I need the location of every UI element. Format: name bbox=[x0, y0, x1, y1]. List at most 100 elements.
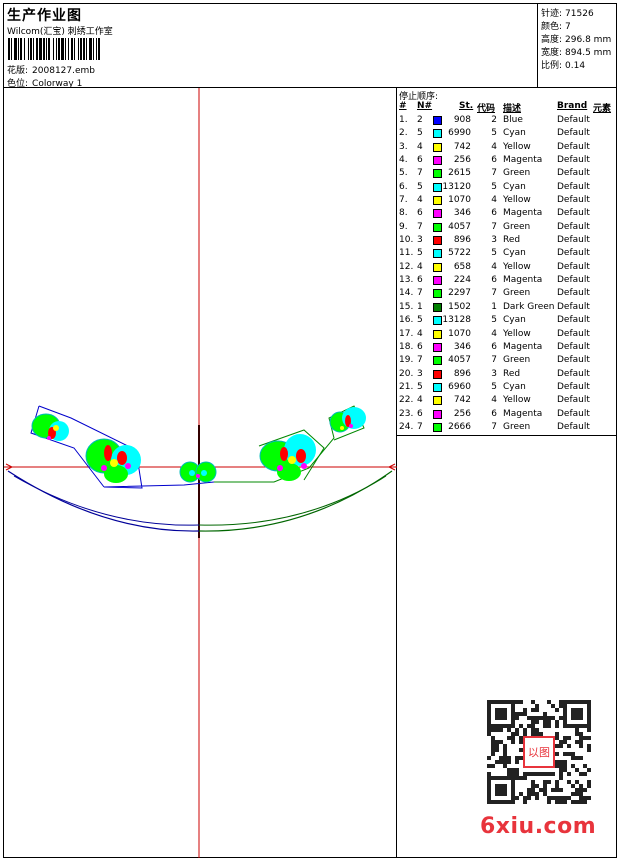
color-swatch bbox=[433, 422, 442, 432]
col-header-description: 描述 bbox=[503, 104, 522, 114]
qr-module bbox=[583, 796, 587, 800]
row-stitches: 4057 bbox=[448, 355, 471, 366]
qr-module bbox=[583, 772, 587, 776]
row-stitches: 5722 bbox=[448, 248, 471, 259]
row-stitches: 256 bbox=[453, 408, 471, 419]
row-brand: Default bbox=[557, 355, 590, 366]
qr-module bbox=[551, 716, 555, 720]
stop-sequence-row: 11. 5 5722 5 Cyan Default bbox=[397, 248, 617, 261]
row-description: Green bbox=[503, 421, 531, 432]
qr-module bbox=[575, 732, 579, 736]
qr-module bbox=[543, 712, 547, 716]
row-needle: 7 bbox=[417, 355, 423, 366]
qr-module bbox=[499, 756, 503, 760]
col-header-brand: Brand bbox=[557, 101, 588, 111]
row-index: 18. bbox=[399, 341, 414, 352]
qr-module bbox=[547, 800, 551, 804]
qr-module bbox=[531, 792, 535, 796]
qr-module bbox=[555, 736, 559, 740]
row-code: 6 bbox=[491, 275, 497, 286]
qr-module bbox=[559, 760, 563, 764]
qr-module bbox=[503, 752, 507, 756]
design-canvas[interactable] bbox=[4, 88, 397, 858]
row-description: Green bbox=[503, 221, 531, 232]
qr-module bbox=[547, 780, 551, 784]
qr-module bbox=[531, 728, 535, 732]
qr-module bbox=[535, 708, 539, 712]
qr-module bbox=[515, 776, 519, 780]
row-stitches: 6960 bbox=[448, 381, 471, 392]
outline-arc-green-inner bbox=[198, 475, 387, 526]
qr-module bbox=[575, 768, 579, 772]
qr-module bbox=[575, 800, 579, 804]
row-index: 4. bbox=[399, 155, 408, 166]
qr-module bbox=[491, 764, 495, 768]
qr-module bbox=[523, 732, 527, 736]
qr-module bbox=[587, 796, 591, 800]
qr-module bbox=[571, 800, 575, 804]
qr-module bbox=[527, 788, 531, 792]
row-needle: 6 bbox=[417, 155, 423, 166]
row-description: Magenta bbox=[503, 341, 543, 352]
qr-module bbox=[543, 788, 547, 792]
qr-module bbox=[559, 800, 563, 804]
qr-module bbox=[571, 784, 575, 788]
qr-module bbox=[531, 772, 535, 776]
qr-module bbox=[539, 788, 543, 792]
row-index: 5. bbox=[399, 168, 408, 179]
qr-module bbox=[559, 744, 563, 748]
qr-module bbox=[579, 796, 583, 800]
stat-scale: 比例: 0.14 bbox=[541, 58, 585, 71]
qr-module bbox=[531, 784, 535, 788]
row-stitches: 13128 bbox=[442, 315, 471, 326]
stat-label: 针迹: bbox=[541, 9, 563, 19]
qr-module bbox=[535, 704, 539, 708]
stop-sequence-row: 9. 7 4057 7 Green Default bbox=[397, 222, 617, 235]
stop-sequence-row: 1. 2 908 2 Blue Default bbox=[397, 115, 617, 128]
row-index: 15. bbox=[399, 301, 414, 312]
row-code: 2 bbox=[491, 115, 497, 125]
qr-module bbox=[551, 704, 555, 708]
qr-finder bbox=[571, 708, 583, 720]
qr-module bbox=[579, 732, 583, 736]
row-index: 14. bbox=[399, 288, 414, 299]
qr-module bbox=[587, 744, 591, 748]
qr-module bbox=[491, 748, 495, 752]
color-swatch bbox=[433, 409, 442, 419]
qr-module bbox=[555, 744, 559, 748]
qr-module bbox=[559, 764, 563, 768]
design-preview bbox=[4, 88, 397, 858]
butterfly-motif-1 bbox=[31, 413, 69, 441]
qr-module bbox=[535, 728, 539, 732]
qr-code-image: 以图 bbox=[487, 700, 591, 804]
color-swatch bbox=[433, 116, 442, 125]
qr-module bbox=[523, 796, 527, 800]
qr-module bbox=[539, 732, 543, 736]
qr-module bbox=[575, 740, 579, 744]
row-description: Magenta bbox=[503, 208, 543, 219]
row-brand: Default bbox=[557, 141, 590, 152]
qr-module bbox=[579, 756, 583, 760]
stop-sequence-row: 22. 4 742 4 Yellow Default bbox=[397, 395, 617, 408]
row-brand: Default bbox=[557, 128, 590, 139]
qr-module bbox=[519, 724, 523, 728]
qr-module bbox=[559, 772, 563, 776]
row-code: 5 bbox=[491, 181, 497, 192]
stat-width: 宽度: 894.5 mm bbox=[541, 45, 611, 58]
stop-sequence-row: 8. 6 346 6 Magenta Default bbox=[397, 208, 617, 221]
qr-module bbox=[559, 796, 563, 800]
qr-module bbox=[563, 736, 567, 740]
qr-module bbox=[575, 788, 579, 792]
qr-module bbox=[543, 716, 547, 720]
qr-module bbox=[563, 760, 567, 764]
row-code: 4 bbox=[491, 261, 497, 272]
qr-module bbox=[567, 744, 571, 748]
stop-sequence-row: 4. 6 256 6 Magenta Default bbox=[397, 155, 617, 168]
row-index: 9. bbox=[399, 221, 408, 232]
row-stitches: 224 bbox=[453, 275, 471, 286]
qr-module bbox=[519, 712, 523, 716]
qr-module bbox=[515, 716, 519, 720]
qr-module bbox=[535, 716, 539, 720]
qr-module bbox=[555, 708, 559, 712]
stop-sequence-row: 6. 5 13120 5 Cyan Default bbox=[397, 182, 617, 195]
